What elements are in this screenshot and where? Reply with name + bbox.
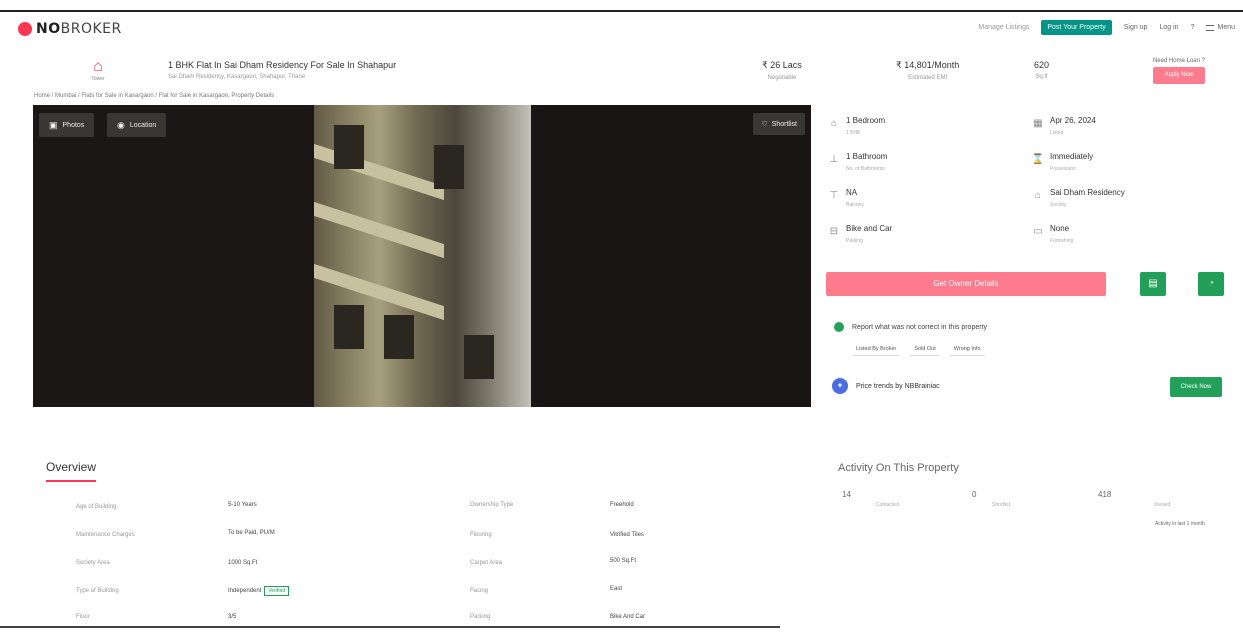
- bookmark-icon: ▤: [1148, 278, 1158, 289]
- menu-button[interactable]: Menu: [1206, 24, 1235, 31]
- detail-balcony: ⊤ NA Balcony: [826, 184, 1016, 218]
- tower-icon: ⌂: [93, 58, 103, 75]
- overview-value: 1000 Sq.Ft: [228, 560, 258, 566]
- furnishing-icon: ▭: [1033, 226, 1043, 237]
- overview-value: To be Paid, PU/M: [228, 530, 275, 536]
- page-title: 1 BHK Flat In Sai Dham Residency For Sal…: [168, 60, 397, 70]
- activity-note: Activity in last 1 month: [1155, 521, 1205, 527]
- overview-value: Bike And Car: [610, 614, 646, 620]
- overview-label: Carpet Area: [470, 560, 503, 566]
- detail-bedroom: ⌂ 1 Bedroom 1 BHK: [826, 112, 1016, 146]
- detail-possession: ⌛ Immediately Possession: [1031, 152, 1094, 172]
- save-property-button[interactable]: ▤: [1140, 272, 1166, 296]
- brain-icon: ✦: [832, 378, 848, 394]
- logo-text: NOBROKER: [36, 21, 122, 37]
- overview-value: Freehold: [610, 502, 634, 508]
- report-toggle-icon[interactable]: [834, 322, 844, 332]
- photos-button[interactable]: ▣ Photos: [39, 113, 95, 137]
- share-icon: ◔: [1207, 278, 1215, 289]
- overview-label: Floor: [76, 614, 90, 620]
- manage-listings-link[interactable]: Manage Listings: [978, 24, 1029, 31]
- overview-label: Ownership Type: [470, 502, 514, 508]
- help-icon[interactable]: ?: [1191, 24, 1195, 31]
- price-stat: ₹ 26 Lacs Negotiable: [762, 60, 802, 81]
- building-photo[interactable]: [314, 105, 531, 407]
- building-type: ⌂ Tower: [86, 58, 110, 82]
- bathroom-icon: ⊥: [829, 154, 839, 165]
- detail-society: ⌂ Sai Dham Residency Society: [1030, 184, 1220, 218]
- detail-parking: ⊟ Bike and Car Parking: [826, 220, 1016, 254]
- photo-gallery[interactable]: ▣ Photos ◉ Location ♡ Shortlist: [33, 105, 811, 407]
- overview-label: Society Area: [76, 560, 110, 566]
- overview-label: Parking: [470, 614, 491, 620]
- emi-stat: ₹ 14,801/Month Estimated EMI: [896, 60, 960, 81]
- report-tag-listed-by-broker[interactable]: Listed By Broker: [852, 343, 901, 356]
- overview-value: 500 Sq.Ft: [610, 558, 637, 564]
- overview-label: Facing: [470, 588, 489, 594]
- top-navbar: NOBROKER Manage Listings Post Your Prope…: [0, 10, 1243, 46]
- share-button[interactable]: ◔: [1198, 272, 1224, 296]
- overview-label: Flooring: [470, 532, 492, 538]
- overview-value-with-badge: Independent Verified: [228, 586, 290, 596]
- overview-value: 3/5: [228, 614, 237, 620]
- nav-right: Manage Listings Post Your Property Sign …: [978, 20, 1235, 35]
- price-trends-banner: ✦ Price trends by NBBrainiac: [832, 378, 940, 394]
- home-loan-box: Need Home Loan ? Apply Now: [1152, 58, 1205, 84]
- breadcrumb[interactable]: Home / Mumbai / Flats for Sale in Kasarg…: [34, 93, 274, 99]
- post-property-button[interactable]: Post Your Property: [1041, 20, 1112, 35]
- bedroom-icon: ⌂: [830, 118, 838, 129]
- society-icon: ⌂: [1034, 190, 1042, 201]
- check-now-button[interactable]: Check Now: [1170, 377, 1222, 397]
- logo-icon: [18, 22, 32, 36]
- bottom-divider: [0, 626, 780, 628]
- calendar-icon: ▦: [1033, 118, 1043, 129]
- report-section: Report what was not correct in this prop…: [834, 322, 987, 332]
- apply-now-button[interactable]: Apply Now: [1152, 67, 1205, 84]
- property-address[interactable]: Sai Dham Residency, Kasargaon, Shahapur,…: [168, 74, 305, 80]
- activity-stat-viewed: 418 Viewed: [1098, 490, 1171, 508]
- overview-label: Type of Building: [76, 588, 119, 594]
- possession-icon: ⌛: [1031, 154, 1045, 165]
- detail-bathroom: ⊥ 1 Bathroom No. of Bathrooms: [826, 148, 1016, 182]
- overview-label: Age of Building: [76, 504, 117, 510]
- location-button[interactable]: ◉ Location: [107, 113, 167, 137]
- camera-icon: ▣: [49, 119, 58, 130]
- overview-value: East: [610, 586, 623, 592]
- balcony-icon: ⊤: [829, 190, 839, 201]
- parking-icon: ⊟: [829, 226, 839, 237]
- gallery-dark-area: [531, 105, 811, 407]
- activity-stat-contacted: 14 Contacted: [842, 490, 899, 508]
- report-tags: Listed By Broker Sold Out Wrong Info: [852, 343, 985, 356]
- verified-badge: Verified: [264, 586, 290, 596]
- overview-value: 5-10 Years: [228, 502, 257, 508]
- activity-title: Activity On This Property: [838, 462, 959, 474]
- overview-label: Maintenance Charges: [76, 532, 135, 538]
- overview-tab[interactable]: Overview: [46, 460, 97, 482]
- nobroker-logo[interactable]: NOBROKER: [18, 21, 122, 37]
- report-tag-sold-out[interactable]: Sold Out: [910, 343, 940, 356]
- menu-icon: [1206, 24, 1215, 31]
- detail-furnishing: ▭ None Furnishing: [1030, 220, 1220, 254]
- activity-stat-shortlist: 0 Shortlist: [972, 490, 1011, 508]
- shortlist-button[interactable]: ♡ Shortlist: [753, 113, 805, 135]
- overview-value: Vitrified Tiles: [610, 532, 644, 538]
- login-link[interactable]: Log in: [1160, 24, 1179, 31]
- get-owner-details-button[interactable]: Get Owner Details: [826, 272, 1106, 296]
- signup-link[interactable]: Sign up: [1124, 24, 1148, 31]
- detail-listed: ▦ Apr 26, 2024 Listed: [1030, 112, 1220, 146]
- cta-row: Get Owner Details ▤ ◔: [826, 272, 1226, 298]
- location-icon: ◉: [117, 119, 125, 130]
- report-tag-wrong-info[interactable]: Wrong Info: [949, 343, 985, 356]
- area-stat: 620 Sq.ft: [1034, 60, 1050, 80]
- property-header: ⌂ Tower 1 BHK Flat In Sai Dham Residency…: [0, 52, 1243, 92]
- heart-icon: ♡: [761, 121, 768, 128]
